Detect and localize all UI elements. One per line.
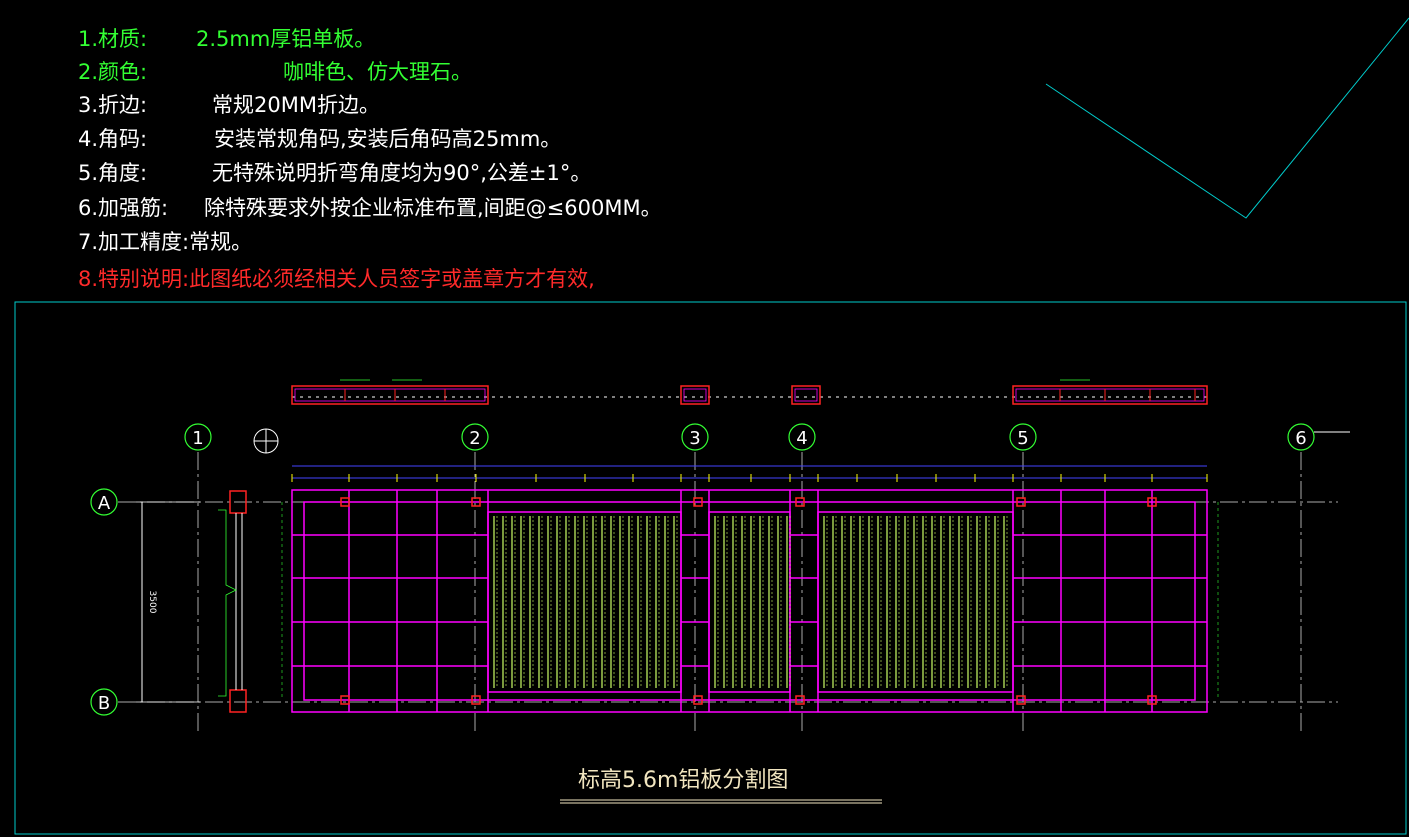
elevation-panel-inner <box>294 388 486 402</box>
axis-label-col: 6 <box>1295 428 1306 449</box>
reference-polyline <box>1045 17 1409 219</box>
elevation-panel-inner <box>1015 388 1205 402</box>
hatched-panel-area <box>817 511 1014 693</box>
axis-label-row: B <box>98 693 110 714</box>
axis-label-col: 5 <box>1017 428 1028 449</box>
axis-label-col: 2 <box>469 428 480 449</box>
axis-label-col: 4 <box>796 428 807 449</box>
elevation-panel-inner <box>794 388 818 402</box>
viewport-frame <box>14 301 1407 835</box>
drawing-caption: 标高5.6m铝板分割图 <box>578 768 789 793</box>
axis-label-row: A <box>98 493 111 514</box>
floor-plan: 1 2 3 4 5 6 A B 3500 <box>90 379 1350 735</box>
dimension-label: 3500 <box>147 591 157 614</box>
panel-outer-boundary <box>291 489 1208 713</box>
cad-drawing: 1 2 3 4 5 6 A B 3500 <box>14 17 1409 835</box>
axis-label-col: 1 <box>192 428 203 449</box>
elevation-panel-inner <box>683 388 707 402</box>
side-dimension <box>218 509 237 697</box>
side-anchor-box <box>229 689 247 713</box>
axis-label-col: 3 <box>689 428 700 449</box>
